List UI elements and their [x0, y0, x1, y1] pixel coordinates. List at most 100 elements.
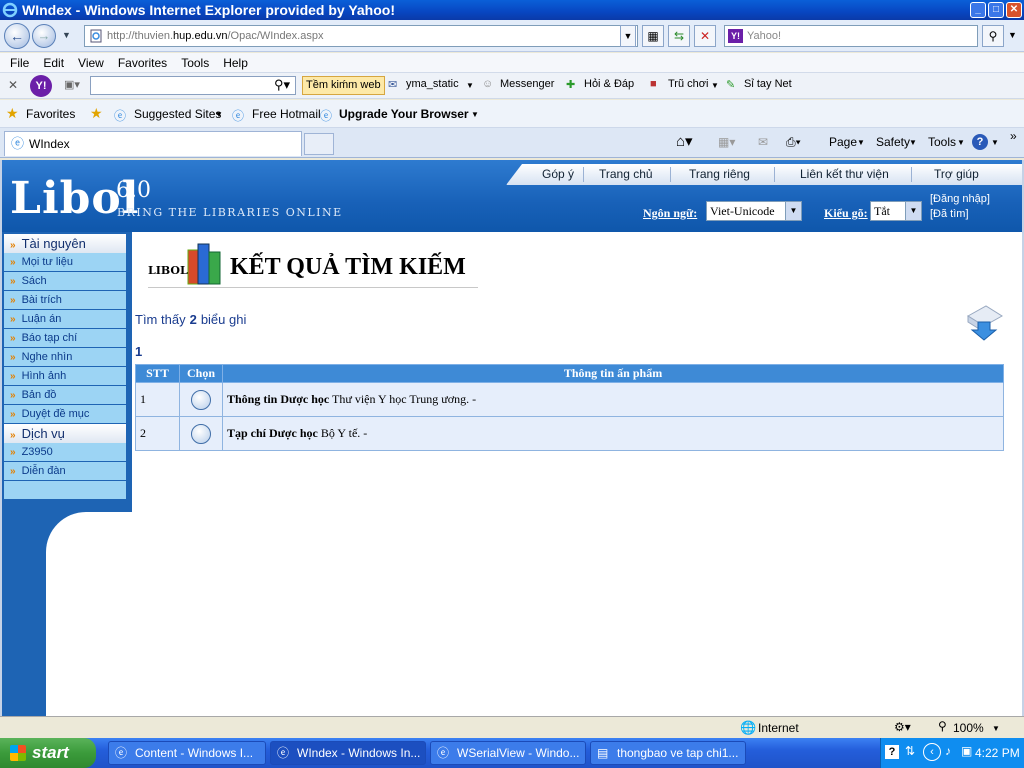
taskbar-item-windex[interactable]: ⓔ WIndex - Windows In... [270, 741, 426, 765]
safety-menu[interactable]: Safety [876, 135, 910, 149]
sidebar-item-audiovisual[interactable]: » Nghe nhìn [4, 348, 126, 367]
help-icon[interactable]: ? [885, 745, 899, 759]
toolbar-options-icon[interactable]: ▣▾ [64, 78, 80, 91]
chevron-down-icon[interactable]: ▼ [909, 138, 917, 147]
address-bar[interactable]: http://thuvien.hup.edu.vn/Opac/WIndex.as… [84, 25, 638, 47]
record-title-link[interactable]: Thông tin Dược học [227, 392, 329, 406]
yahoo-search-input[interactable] [90, 76, 296, 95]
chevron-down-icon[interactable]: ▼ [857, 138, 865, 147]
zoom-icon[interactable]: ⚲ [938, 719, 947, 733]
sidebar-item-z3950[interactable]: » Z3950 [4, 443, 126, 462]
chevron-down-icon[interactable]: ▼ [905, 202, 921, 220]
favorites-star-icon[interactable]: ★ [6, 105, 19, 122]
sidebar-item-books[interactable]: » Sách [4, 272, 126, 291]
refresh-icon[interactable]: ⇆ [668, 25, 690, 47]
print-icon[interactable]: ⎙▾ [786, 135, 801, 150]
chevron-down-icon[interactable]: ▼ [992, 724, 1000, 733]
address-dropdown-icon[interactable]: ▼ [620, 25, 636, 47]
yahoo-logo-icon[interactable]: Y! [30, 75, 52, 97]
search-input[interactable]: Y! Yahoo! [724, 25, 978, 47]
sidebar-item-maps[interactable]: » Bản đồ [4, 386, 126, 405]
toolbar-item-games[interactable]: Trũ chơi [668, 78, 708, 90]
compatibility-view-icon[interactable]: ▦ [642, 25, 664, 47]
sidebar-item-articles[interactable]: » Bài trích [4, 291, 126, 310]
nav-personal-link[interactable]: Trang riêng [689, 167, 750, 181]
sidebar-item-theses[interactable]: » Luận án [4, 310, 126, 329]
answers-icon[interactable]: ✚ [566, 78, 575, 91]
chevron-down-icon[interactable]: ▼ [471, 110, 479, 119]
menu-favorites[interactable]: Favorites [118, 56, 167, 70]
chevron-down-icon[interactable]: ▼ [215, 110, 223, 119]
help-icon[interactable]: ? [972, 134, 988, 150]
add-favorite-icon[interactable]: ★ [90, 105, 103, 122]
nav-feedback-link[interactable]: Góp ý [542, 167, 574, 181]
upgrade-browser-link[interactable]: Upgrade Your Browser [339, 107, 469, 121]
typing-select[interactable]: Tắt ▼ [870, 201, 922, 221]
menu-view[interactable]: View [78, 56, 104, 70]
download-icon[interactable] [964, 302, 1004, 342]
favorites-button[interactable]: Favorites [26, 107, 75, 121]
nav-library-links[interactable]: Liên kết thư viện [800, 167, 889, 181]
toolbar-item-answers[interactable]: Hỏi & Đáp [584, 78, 634, 90]
home-icon[interactable]: ⌂▾ [676, 132, 693, 150]
toolbar-item-notebook[interactable]: Sỉ tay Net [744, 78, 792, 90]
mail-icon[interactable]: ✉ [388, 78, 397, 91]
chevron-down-icon[interactable]: ▼ [991, 138, 999, 147]
more-tools-icon[interactable]: » [1010, 129, 1017, 143]
speaker-icon[interactable]: ♪ [945, 744, 951, 758]
page-menu[interactable]: Page [829, 135, 857, 149]
language-select[interactable]: Viet-Unicode ▼ [706, 201, 802, 221]
read-mail-icon[interactable]: ✉ [758, 135, 768, 149]
clock[interactable]: 4:22 PM [975, 746, 1020, 760]
notebook-icon[interactable]: ✎ [726, 78, 735, 91]
sidebar-item-all-documents[interactable]: » Mọi tư liệu [4, 253, 126, 272]
new-tab-button[interactable] [304, 133, 334, 155]
chevron-down-icon[interactable]: ▼ [785, 202, 801, 220]
search-icon[interactable]: ⚲ [982, 25, 1004, 47]
chevron-down-icon[interactable]: ▼ [957, 138, 965, 147]
taskbar-item-content[interactable]: ⓔ Content - Windows I... [108, 741, 266, 765]
chevron-down-icon[interactable]: ▼ [711, 81, 719, 90]
select-record-icon[interactable] [191, 389, 211, 410]
menu-edit[interactable]: Edit [43, 56, 64, 70]
search-options-icon[interactable]: ▼ [1008, 30, 1017, 40]
toolbar-item-messenger[interactable]: Messenger [500, 78, 554, 90]
games-icon[interactable]: ■ [650, 78, 657, 90]
sidebar-item-browse-subjects[interactable]: » Duyệt đề mục [4, 405, 126, 424]
start-button[interactable]: start [0, 738, 96, 768]
yahoo-search-icon[interactable]: ⚲▾ [274, 77, 290, 93]
chevron-down-icon[interactable]: ▼ [466, 81, 474, 90]
rss-feed-icon[interactable]: ▦▾ [718, 135, 735, 149]
nav-help-link[interactable]: Trợ giúp [934, 167, 979, 181]
protected-mode-icon[interactable]: ⚙▾ [894, 720, 911, 734]
maximize-button[interactable]: □ [988, 2, 1004, 18]
recent-pages-dropdown[interactable]: ▼ [62, 30, 71, 40]
close-toolbar-icon[interactable]: ✕ [8, 78, 18, 92]
close-window-button[interactable]: ✕ [1006, 2, 1022, 18]
tray-app-icon[interactable]: ▣ [961, 744, 972, 758]
menu-tools[interactable]: Tools [181, 56, 209, 70]
page-number-link[interactable]: 1 [135, 344, 142, 359]
taskbar-item-word-document[interactable]: ▤ thongbao ve tap chi1... [590, 741, 746, 765]
tools-menu[interactable]: Tools [928, 135, 956, 149]
network-icon[interactable]: ⇅ [905, 744, 915, 758]
searched-link[interactable]: [Đã tìm] [930, 208, 969, 220]
sidebar-item-forum[interactable]: » Diễn đàn [4, 462, 126, 481]
sidebar-item-images[interactable]: » Hình ảnh [4, 367, 126, 386]
sidebar-item-journals[interactable]: » Báo tạp chí [4, 329, 126, 348]
web-search-button[interactable]: Tềm kiḿm web [302, 76, 385, 95]
taskbar-item-wserialview[interactable]: ⓔ WSerialView - Windo... [430, 741, 586, 765]
nav-home-link[interactable]: Trang chủ [599, 167, 653, 181]
menu-file[interactable]: File [10, 56, 29, 70]
stop-icon[interactable]: ✕ [694, 25, 716, 47]
login-link[interactable]: [Đăng nhập] [930, 193, 990, 205]
back-button[interactable]: ← [4, 23, 30, 49]
forward-button[interactable]: → [32, 24, 56, 48]
select-record-icon[interactable] [191, 423, 211, 444]
menu-help[interactable]: Help [223, 56, 248, 70]
messenger-icon[interactable]: ☺ [482, 78, 493, 90]
record-title-link[interactable]: Tạp chí Dược học [227, 426, 318, 440]
suggested-sites-link[interactable]: Suggested Sites [134, 107, 221, 121]
toolbar-item-mail[interactable]: yma_static [406, 78, 459, 90]
free-hotmail-link[interactable]: Free Hotmail [252, 107, 321, 121]
